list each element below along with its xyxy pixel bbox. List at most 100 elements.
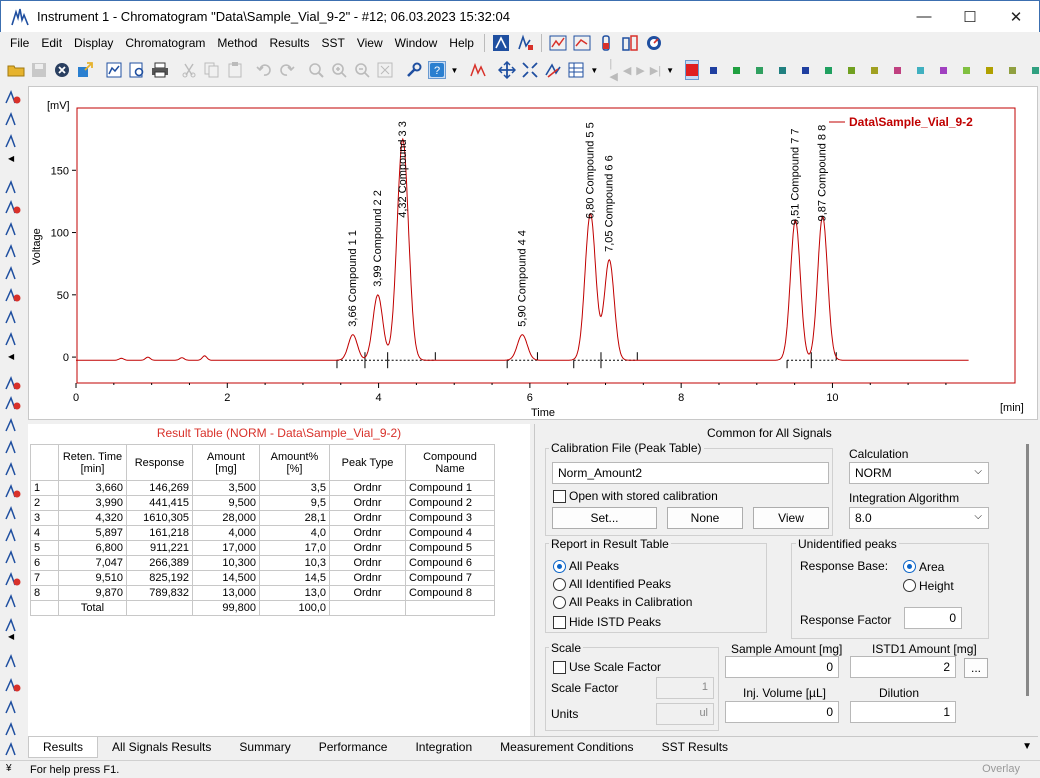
- last-icon[interactable]: ▶|: [650, 61, 661, 79]
- peak-group-icon[interactable]: [4, 652, 22, 670]
- method-icon[interactable]: [492, 34, 510, 52]
- table-cell[interactable]: Compound 6: [405, 555, 495, 571]
- peak-start-icon[interactable]: [4, 88, 22, 106]
- tools-icon[interactable]: [405, 61, 423, 79]
- peak-cut-icon[interactable]: [4, 676, 22, 694]
- sequence-icon[interactable]: [621, 34, 639, 52]
- table-cell[interactable]: 28,000: [192, 510, 260, 526]
- print-icon[interactable]: [151, 61, 169, 79]
- peak-slope-icon[interactable]: [4, 526, 22, 544]
- peak-shift-icon[interactable]: [4, 198, 22, 216]
- color-swatch[interactable]: [870, 66, 878, 74]
- table-cell[interactable]: Ordnr: [329, 510, 406, 526]
- vertical-scrollbar[interactable]: [1026, 444, 1029, 696]
- table-cell[interactable]: [329, 600, 406, 616]
- move-icon[interactable]: [498, 61, 517, 79]
- report-icon[interactable]: [105, 61, 123, 79]
- tab-performance[interactable]: Performance: [305, 737, 402, 758]
- peak-integration-icon[interactable]: [469, 61, 487, 79]
- table-cell[interactable]: Compound 1: [405, 480, 495, 496]
- monitor-icon[interactable]: [645, 34, 663, 52]
- table-cell[interactable]: [405, 600, 495, 616]
- column-header-response[interactable]: Response: [126, 444, 193, 481]
- table-cell[interactable]: Total: [58, 600, 127, 616]
- peak-lock-icon[interactable]: [4, 698, 22, 716]
- table-cell[interactable]: 911,221: [126, 540, 193, 556]
- tab-summary[interactable]: Summary: [225, 737, 304, 758]
- color-swatch[interactable]: [1008, 66, 1016, 74]
- menu-help[interactable]: Help: [443, 32, 480, 54]
- cut-icon[interactable]: [180, 61, 198, 79]
- table-icon[interactable]: [567, 61, 585, 79]
- peak-add-icon[interactable]: [4, 178, 22, 196]
- table-cell[interactable]: 4,320: [58, 510, 127, 526]
- table-row[interactable]: 7 9,510 825,192 14,500 14,5 Ordnr Compound 7: [30, 570, 495, 586]
- table-cell[interactable]: Compound 3: [405, 510, 495, 526]
- height-radio[interactable]: [903, 579, 916, 592]
- peak-solvent-icon[interactable]: [4, 740, 22, 758]
- copy-icon[interactable]: [203, 61, 221, 79]
- sample-amount-field[interactable]: 0: [725, 656, 839, 678]
- menu-file[interactable]: File: [4, 32, 35, 54]
- zoom-icon[interactable]: [307, 61, 325, 79]
- table-cell[interactable]: 10,300: [192, 555, 260, 571]
- table-cell[interactable]: 2: [30, 495, 59, 511]
- table-cell[interactable]: Compound 5: [405, 540, 495, 556]
- table-cell[interactable]: 17,0: [259, 540, 330, 556]
- table-cell[interactable]: 28,1: [259, 510, 330, 526]
- chart-view-icon[interactable]: [549, 34, 567, 52]
- istd-more-button[interactable]: ...: [964, 658, 988, 678]
- color-swatch[interactable]: [709, 66, 717, 74]
- table-cell[interactable]: 4: [30, 525, 59, 541]
- tab-measurement-conditions[interactable]: Measurement Conditions: [486, 737, 647, 758]
- peak-valley-icon[interactable]: [4, 242, 22, 260]
- table-cell[interactable]: 6,800: [58, 540, 127, 556]
- color-swatch[interactable]: [732, 66, 740, 74]
- collapse-left-icon[interactable]: ◀: [8, 154, 14, 163]
- menu-view[interactable]: View: [351, 32, 389, 54]
- table-cell[interactable]: 6: [30, 555, 59, 571]
- table-cell[interactable]: Compound 7: [405, 570, 495, 586]
- table-cell[interactable]: 13,000: [192, 585, 260, 601]
- peak-ok-icon[interactable]: [4, 720, 22, 738]
- color-swatch[interactable]: [1031, 66, 1039, 74]
- table-cell[interactable]: Ordnr: [329, 570, 406, 586]
- table-cell[interactable]: Ordnr: [329, 525, 406, 541]
- peak-drift-icon[interactable]: [4, 570, 22, 588]
- table-cell[interactable]: Ordnr: [329, 555, 406, 571]
- response-factor-field[interactable]: 0: [904, 607, 962, 629]
- table-cell[interactable]: 266,389: [126, 555, 193, 571]
- calculation-select[interactable]: NORM ⌵: [849, 462, 989, 484]
- color-swatch[interactable]: [939, 66, 947, 74]
- table-cell[interactable]: Compound 2: [405, 495, 495, 511]
- peak-add-green-icon[interactable]: [4, 264, 22, 282]
- table-cell[interactable]: 8: [30, 585, 59, 601]
- table-cell[interactable]: [126, 600, 193, 616]
- table-cell[interactable]: 14,500: [192, 570, 260, 586]
- table-cell[interactable]: 100,0: [259, 600, 330, 616]
- table-cell[interactable]: 9,510: [58, 570, 127, 586]
- table-cell[interactable]: 5,897: [58, 525, 127, 541]
- table-cell[interactable]: Ordnr: [329, 540, 406, 556]
- table-row[interactable]: 4 5,897 161,218 4,000 4,0 Ordnr Compound 4: [30, 525, 495, 541]
- color-swatch[interactable]: [916, 66, 924, 74]
- table-cell[interactable]: 4,000: [192, 525, 260, 541]
- table-cell[interactable]: 1: [30, 480, 59, 496]
- vial-icon[interactable]: [597, 34, 615, 52]
- peak-area-icon[interactable]: [4, 482, 22, 500]
- table-row[interactable]: 8 9,870 789,832 13,000 13,0 Ordnr Compound 8: [30, 585, 495, 601]
- table-cell[interactable]: Compound 8: [405, 585, 495, 601]
- column-header-amount-pct[interactable]: Amount% [%]: [259, 444, 330, 481]
- table-cell[interactable]: 3,990: [58, 495, 127, 511]
- peak-tail-icon[interactable]: [4, 394, 22, 412]
- prev-icon[interactable]: ◀: [623, 61, 631, 79]
- peak-height-icon[interactable]: [4, 438, 22, 456]
- table-cell[interactable]: 1610,305: [126, 510, 193, 526]
- peak-named-icon[interactable]: [4, 308, 22, 326]
- close-file-icon[interactable]: [53, 61, 71, 79]
- color-swatch[interactable]: [801, 66, 809, 74]
- table-cell[interactable]: Compound 4: [405, 525, 495, 541]
- help-mode-icon[interactable]: ?: [427, 61, 446, 79]
- menu-edit[interactable]: Edit: [35, 32, 68, 54]
- set-button[interactable]: Set...: [552, 507, 657, 529]
